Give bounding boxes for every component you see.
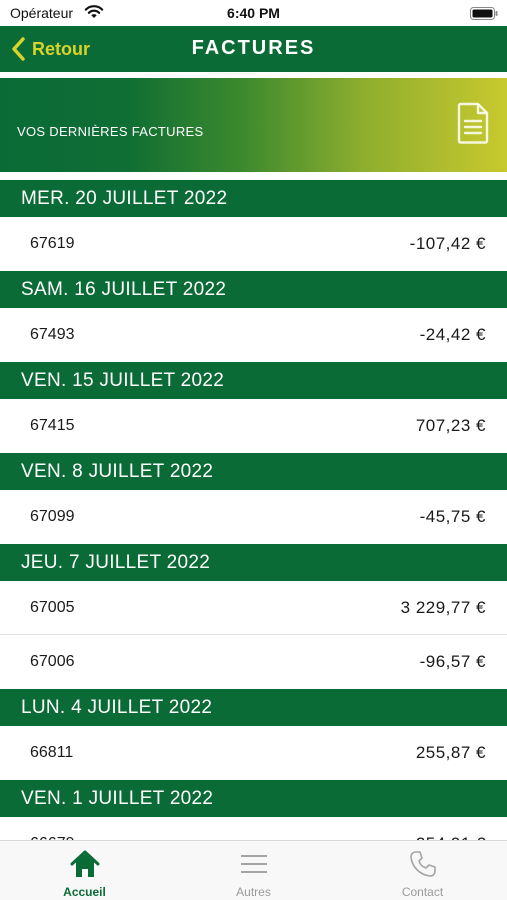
invoice-number: 67099 (30, 508, 75, 525)
invoices-banner: VOS DERNIÈRES FACTURES (0, 78, 507, 172)
tab-accueil[interactable]: Accueil (0, 841, 169, 900)
tab-contact-label: Contact (401, 885, 444, 899)
invoice-row[interactable]: 66811 255,87 € (0, 726, 507, 780)
invoice-number: 67415 (30, 417, 75, 434)
invoice-row[interactable]: 67006 -96,57 € (0, 635, 507, 689)
invoice-number: 67005 (30, 598, 75, 616)
date-header: JEU. 7 JUILLET 2022 (0, 544, 507, 581)
invoice-row[interactable]: 67619 -107,42 € (0, 217, 507, 271)
home-icon (70, 850, 99, 877)
invoice-row[interactable]: 67005 3 229,77 € (0, 581, 507, 635)
phone-icon (409, 851, 436, 877)
invoice-amount: 707,23 € (415, 416, 486, 435)
invoice-number: 67619 (30, 235, 75, 252)
invoice-number: 67493 (30, 326, 75, 343)
invoice-number: 66811 (30, 744, 74, 761)
invoice-amount: -96,57 € (419, 652, 486, 671)
date-header: MER. 20 JUILLET 2022 (0, 180, 507, 217)
invoice-amount: -24,42 € (419, 325, 486, 344)
invoice-amount: -45,75 € (419, 507, 486, 526)
date-header: VEN. 8 JUILLET 2022 (0, 453, 507, 490)
tab-autres-label: Autres (236, 885, 271, 899)
invoice-row[interactable]: 66679254,91 € (0, 817, 507, 840)
document-icon (457, 102, 489, 144)
tab-autres[interactable]: Autres (169, 841, 338, 900)
banner-label: VOS DERNIÈRES FACTURES (17, 124, 204, 139)
invoice-number: 67006 (30, 653, 75, 670)
tab-contact[interactable]: Contact (338, 841, 507, 900)
date-header: SAM. 16 JUILLET 2022 (0, 271, 507, 308)
invoice-row[interactable]: 67099 -45,75 € (0, 490, 507, 544)
tab-accueil-label: Accueil (63, 885, 106, 899)
navigation-bar: Retour FACTURES (0, 26, 507, 72)
invoice-amount: 3 229,77 € (400, 597, 486, 617)
invoice-amount: 255,87 € (415, 743, 486, 762)
tab-bar: Accueil Autres Contact (0, 840, 507, 900)
menu-icon (240, 855, 267, 873)
status-bar: Opérateur 6:40 PM (0, 0, 507, 26)
clock-time: 6:40 PM (227, 5, 280, 21)
date-header: VEN. 1 JUILLET 2022 (0, 780, 507, 817)
invoice-list[interactable]: MER. 20 JUILLET 2022 67619 -107,42 € SAM. 1… (0, 180, 507, 840)
invoice-row[interactable]: 67415 707,23 € (0, 399, 507, 453)
date-header: LUN. 4 JUILLET 2022 (0, 689, 507, 726)
battery-icon (470, 7, 498, 20)
invoice-row[interactable]: 67493 -24,42 € (0, 308, 507, 362)
invoice-amount: -107,42 € (409, 234, 486, 253)
date-header: VEN. 15 JUILLET 2022 (0, 362, 507, 399)
page-title: FACTURES (191, 37, 316, 59)
